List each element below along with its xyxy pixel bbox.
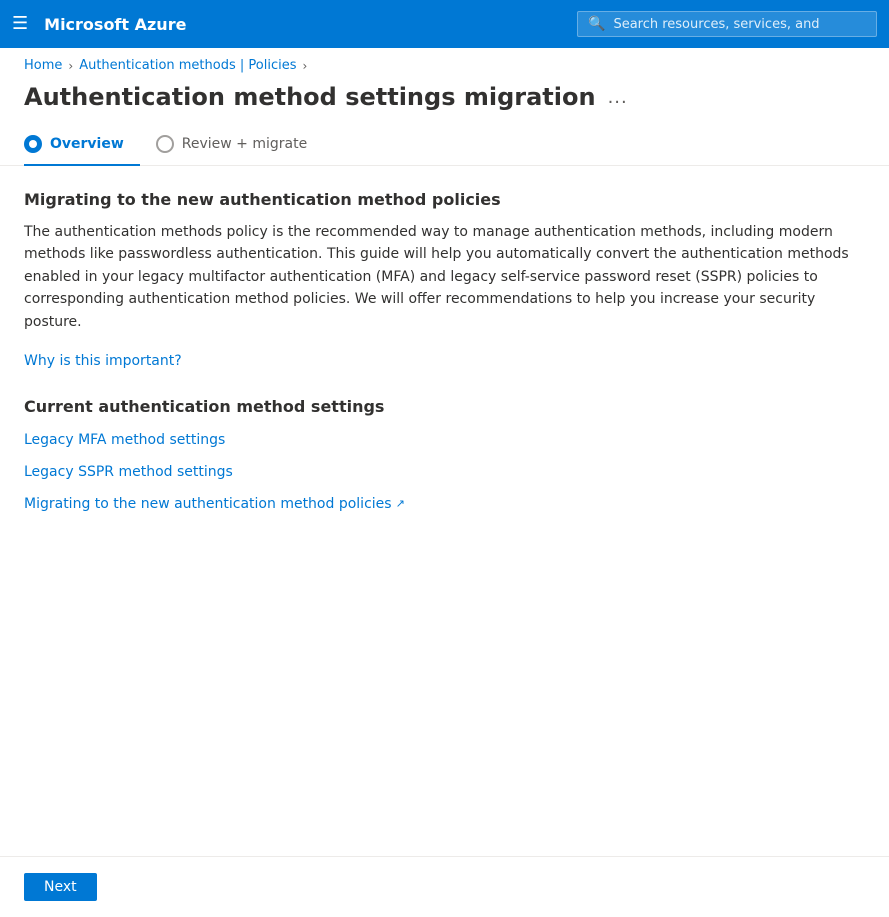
- search-icon: 🔍: [588, 16, 605, 32]
- breadcrumb-separator-2: ›: [302, 59, 307, 73]
- tab-overview[interactable]: Overview: [24, 127, 140, 165]
- tab-review-migrate[interactable]: Review + migrate: [156, 127, 323, 165]
- main-content: Migrating to the new authentication meth…: [0, 166, 889, 856]
- next-button[interactable]: Next: [24, 873, 97, 901]
- tab-overview-label: Overview: [50, 136, 124, 152]
- azure-logo: Microsoft Azure: [44, 15, 577, 34]
- top-navigation: ☰ Microsoft Azure 🔍 Search resources, se…: [0, 0, 889, 48]
- breadcrumb-parent[interactable]: Authentication methods | Policies: [79, 58, 296, 73]
- search-placeholder: Search resources, services, and: [613, 17, 819, 32]
- page-header: Authentication method settings migration…: [0, 79, 889, 127]
- migrating-policies-link[interactable]: Migrating to the new authentication meth…: [24, 496, 865, 512]
- tab-review-circle: [156, 135, 174, 153]
- legacy-mfa-link[interactable]: Legacy MFA method settings: [24, 432, 865, 448]
- search-bar[interactable]: 🔍 Search resources, services, and: [577, 11, 877, 37]
- breadcrumb: Home › Authentication methods | Policies…: [0, 48, 889, 79]
- migrating-heading: Migrating to the new authentication meth…: [24, 190, 865, 209]
- migrating-policies-label: Migrating to the new authentication meth…: [24, 496, 392, 512]
- overview-body-text: The authentication methods policy is the…: [24, 221, 865, 333]
- breadcrumb-separator-1: ›: [68, 59, 73, 73]
- current-settings-heading: Current authentication method settings: [24, 397, 865, 416]
- page-footer: Next: [0, 856, 889, 917]
- why-important-link[interactable]: Why is this important?: [24, 353, 182, 369]
- settings-links-list: Legacy MFA method settings Legacy SSPR m…: [24, 432, 865, 512]
- tabs-container: Overview Review + migrate: [0, 127, 889, 166]
- tab-overview-circle: [24, 135, 42, 153]
- page-title: Authentication method settings migration: [24, 83, 596, 111]
- legacy-sspr-link[interactable]: Legacy SSPR method settings: [24, 464, 865, 480]
- more-options-icon[interactable]: ...: [608, 87, 628, 108]
- breadcrumb-home[interactable]: Home: [24, 58, 62, 73]
- tab-review-label: Review + migrate: [182, 136, 307, 152]
- hamburger-icon[interactable]: ☰: [12, 15, 28, 33]
- external-link-icon: ↗: [396, 497, 405, 510]
